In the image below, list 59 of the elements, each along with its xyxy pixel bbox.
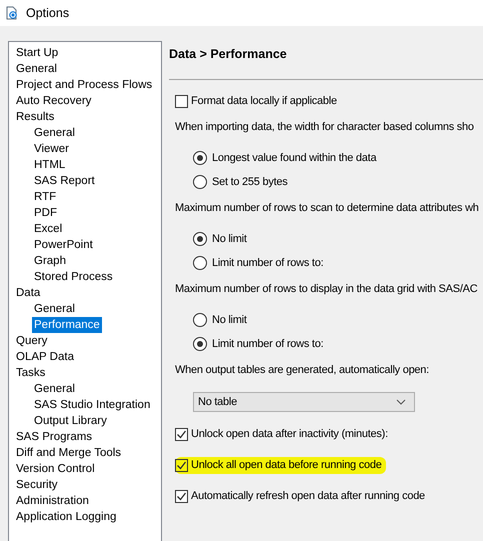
tree-item[interactable]: Project and Process Flows: [14, 77, 154, 93]
tree-item[interactable]: Auto Recovery: [14, 93, 94, 109]
checkbox[interactable]: [175, 428, 188, 440]
tree-item[interactable]: General: [32, 381, 77, 397]
checkbox-label: Unlock open data after inactivity (minutes):: [191, 428, 388, 440]
tree-item[interactable]: General: [32, 125, 77, 141]
section-heading: Data > Performance: [169, 46, 288, 63]
tree-item[interactable]: Application Logging: [14, 509, 118, 525]
option-description: When importing data, the width for character based columns sho: [175, 121, 474, 133]
radio-button[interactable]: [193, 232, 207, 246]
tree-item[interactable]: HTML: [32, 157, 68, 173]
tree-item[interactable]: Graph: [32, 253, 68, 269]
tree-item[interactable]: Tasks: [14, 365, 48, 381]
radio-button[interactable]: [193, 256, 207, 270]
tree-item[interactable]: General: [14, 61, 59, 77]
checkbox[interactable]: [175, 490, 188, 502]
radio-label: Limit number of rows to:: [212, 338, 324, 350]
window-title: Options: [26, 6, 70, 20]
tree-item[interactable]: Stored Process: [32, 269, 115, 285]
tree-item[interactable]: Query: [14, 333, 50, 349]
checkbox[interactable]: [175, 94, 188, 108]
tree-item[interactable]: SAS Report: [32, 173, 97, 189]
tree-item[interactable]: General: [32, 301, 77, 317]
tree-item[interactable]: Viewer: [32, 141, 71, 157]
tree-item[interactable]: Start Up: [14, 45, 60, 61]
table-dropdown[interactable]: No table: [193, 392, 415, 412]
tree-item[interactable]: Performance: [32, 317, 102, 333]
tree-item[interactable]: Excel: [32, 221, 64, 237]
radio-button[interactable]: [193, 313, 207, 327]
radio-label: No limit: [212, 314, 247, 326]
radio-label: No limit: [212, 233, 247, 245]
tree-item[interactable]: SAS Programs: [14, 429, 94, 445]
option-description: When output tables are generated, automatically open:: [175, 364, 429, 376]
option-description: Maximum number of rows to scan to determine data attributes wh: [175, 202, 479, 214]
tree-item[interactable]: Data: [14, 285, 42, 301]
tree-item[interactable]: PDF: [32, 205, 59, 221]
radio-button[interactable]: [193, 337, 207, 351]
tree-item[interactable]: OLAP Data: [14, 349, 76, 365]
radio-label: Set to 255 bytes: [212, 176, 288, 188]
tree-item[interactable]: SAS Studio Integration: [32, 397, 152, 413]
chevron-down-icon: [396, 399, 406, 405]
tree-item[interactable]: Administration: [14, 493, 91, 509]
checkbox-label: Unlock all open data before running code: [191, 459, 382, 471]
tree-item[interactable]: PowerPoint: [32, 237, 95, 253]
app-icon: [6, 6, 18, 20]
tree-item[interactable]: Version Control: [14, 461, 97, 477]
tree-item[interactable]: RTF: [32, 189, 58, 205]
checkbox-label: Format data locally if applicable: [191, 95, 337, 107]
tree-item[interactable]: Results: [14, 109, 56, 125]
radio-button[interactable]: [193, 151, 207, 165]
radio-label: Longest value found within the data: [212, 152, 376, 164]
checkbox[interactable]: [175, 458, 188, 472]
radio-button[interactable]: [193, 175, 207, 189]
tree-item[interactable]: Output Library: [32, 413, 109, 429]
radio-label: Limit number of rows to:: [212, 257, 324, 269]
tree-item[interactable]: Security: [14, 477, 60, 493]
option-description: Maximum number of rows to display in the data grid with SAS/AC: [175, 283, 478, 295]
checkbox-label: Automatically refresh open data after running code: [191, 490, 425, 502]
tree-item[interactable]: Diff and Merge Tools: [14, 445, 124, 461]
